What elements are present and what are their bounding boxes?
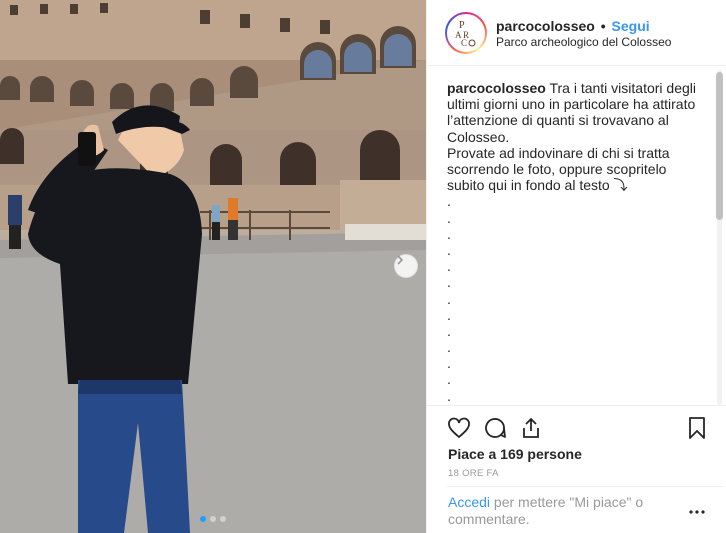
- caption-line: l’attenzione di quanti si trovavano al: [447, 112, 669, 129]
- svg-text:C: C: [461, 38, 467, 48]
- carousel-dots: [200, 516, 226, 522]
- caption-dot: .: [447, 355, 451, 372]
- save-button[interactable]: [683, 414, 711, 442]
- caption-first-line: parcocolosseo Tra i tanti visitatori deg…: [447, 80, 713, 96]
- caption-dot: .: [447, 371, 451, 388]
- more-options-icon: [689, 510, 705, 514]
- caption-line: Colosseo.: [447, 128, 510, 145]
- caption-dot: .: [447, 209, 451, 226]
- carousel-dot-active: [200, 516, 206, 522]
- caption: parcocolosseo Tra i tanti visitatori deg…: [447, 80, 713, 404]
- post-side-panel: P A R C parcocolosseo • Segui Parco arch…: [426, 0, 726, 533]
- heart-icon: [448, 417, 470, 439]
- caption-dot: .: [447, 387, 451, 404]
- divider: [447, 486, 723, 487]
- share-button[interactable]: [517, 414, 545, 442]
- colosseum-scene: [0, 0, 426, 533]
- caption-line: Provate ad indovinare di chi si tratta: [447, 144, 670, 161]
- action-bar: [427, 406, 726, 450]
- caption-scroll-area[interactable]: parcocolosseo Tra i tanti visitatori deg…: [427, 66, 726, 406]
- caption-dot: .: [447, 339, 451, 356]
- carousel-next-button[interactable]: [394, 254, 418, 278]
- bookmark-icon: [689, 417, 705, 439]
- caption-dot: .: [447, 193, 451, 210]
- caption-line: Tra i tanti visitatori degli: [545, 80, 696, 96]
- login-link[interactable]: Accedi: [448, 494, 490, 510]
- caption-line: ultimi giorni uno in particolare ha atti…: [447, 96, 696, 113]
- caption-dot: .: [447, 225, 451, 242]
- scrollbar-thumb[interactable]: [716, 72, 723, 220]
- follow-button[interactable]: Segui: [612, 18, 650, 34]
- caption-line: subito qui in fondo al testo ⤵: [447, 177, 628, 194]
- carousel-dot: [210, 516, 216, 522]
- caption-scrollbar[interactable]: [714, 70, 723, 405]
- caption-dot: .: [447, 258, 451, 275]
- share-icon: [523, 417, 539, 438]
- post-timestamp[interactable]: 18 ORE FA: [448, 468, 499, 479]
- like-button[interactable]: [445, 414, 473, 442]
- avatar[interactable]: P A R C: [445, 12, 487, 54]
- carousel-dot: [220, 516, 226, 522]
- caption-username[interactable]: parcocolosseo: [447, 80, 546, 96]
- more-options-button[interactable]: [685, 504, 709, 520]
- caption-dot: .: [447, 306, 451, 323]
- caption-dot: .: [447, 274, 451, 291]
- post-photo[interactable]: [0, 0, 426, 533]
- parco-logo-icon: P A R C: [455, 20, 476, 48]
- likes-count[interactable]: Piace a 169 persone: [448, 446, 582, 462]
- comment-button[interactable]: [481, 414, 509, 442]
- comment-icon: [485, 418, 506, 438]
- author-username[interactable]: parcocolosseo: [496, 18, 595, 34]
- caption-line: scorrendo le foto, oppure scopritelo: [447, 161, 667, 178]
- post-author-row: parcocolosseo • Segui: [496, 18, 650, 34]
- caption-dot: .: [447, 322, 451, 339]
- caption-dot: .: [447, 241, 451, 258]
- post-header: P A R C parcocolosseo • Segui Parco arch…: [427, 0, 726, 66]
- login-to-comment: Accedi per mettere "Mi piace" o commenta…: [448, 494, 688, 528]
- chevron-right-icon: [397, 255, 404, 265]
- post-location[interactable]: Parco archeologico del Colosseo: [496, 35, 671, 49]
- caption-dot: .: [447, 290, 451, 307]
- avatar-logo: P A R C: [447, 14, 485, 52]
- separator-dot: •: [600, 18, 606, 34]
